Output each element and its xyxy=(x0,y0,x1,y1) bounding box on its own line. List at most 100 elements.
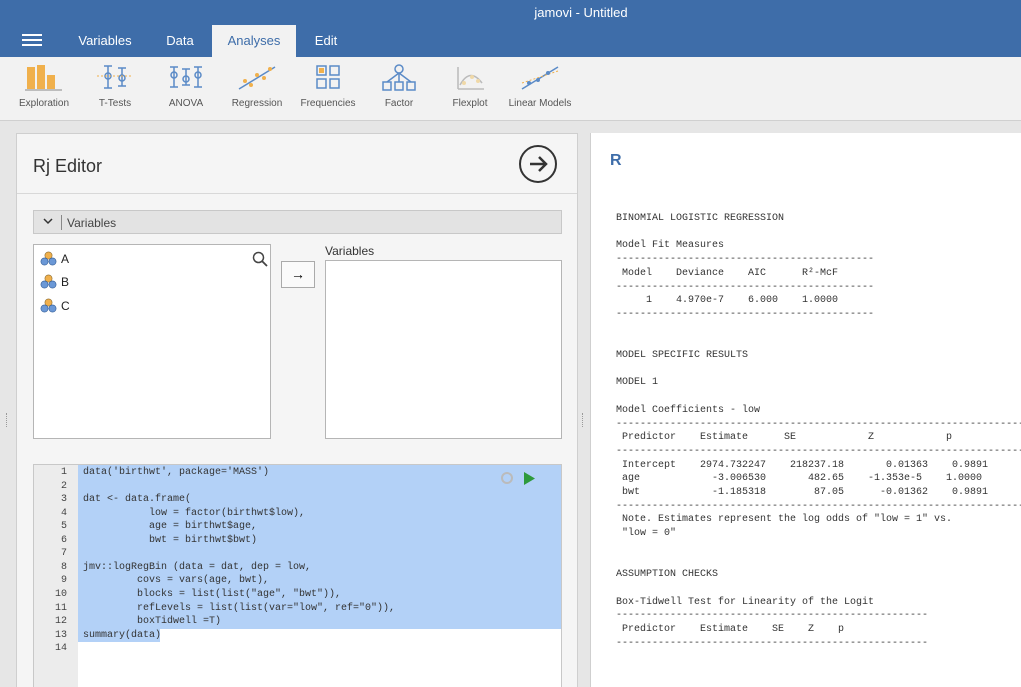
spinner-icon xyxy=(501,472,513,484)
code-text: low = factor(birthwt$low), xyxy=(83,507,306,519)
frequencies-icon xyxy=(316,65,340,89)
target-variables-list[interactable] xyxy=(325,260,562,439)
output-line: ----------------------------------------… xyxy=(616,637,929,649)
factor-button[interactable]: Factor xyxy=(363,63,435,109)
hamburger-menu-icon[interactable] xyxy=(22,34,42,50)
code-text: covs = vars(age, bwt), xyxy=(83,575,270,587)
tab-data[interactable]: Data xyxy=(152,25,208,57)
output-line: ----------------------------------------… xyxy=(616,308,875,320)
output-line: Note. Estimates represent the log odds o… xyxy=(616,514,953,526)
code-text: blocks = list(list("age", "bwt")), xyxy=(83,588,342,600)
search-icon[interactable] xyxy=(252,251,268,267)
line-number: 8 xyxy=(60,561,67,573)
t-tests-button[interactable]: T-Tests xyxy=(79,63,151,109)
output-line: ASSUMPTION CHECKS xyxy=(616,569,719,581)
linear-models-button[interactable]: Linear Models xyxy=(502,63,578,109)
move-variables-button[interactable]: → xyxy=(281,261,315,288)
code-text: boxTidwell =T) xyxy=(83,616,222,628)
output-line: MODEL SPECIFIC RESULTS xyxy=(616,350,749,361)
left-resize-handle[interactable] xyxy=(6,413,9,427)
line-number: 1 xyxy=(60,467,67,478)
code-text: jmv::logRegBin (data = dat, dep = low, xyxy=(83,561,312,573)
output-line: ----------------------------------------… xyxy=(616,281,875,293)
line-number: 2 xyxy=(60,480,67,492)
anova-button[interactable]: ANOVA xyxy=(150,63,222,109)
output-line: ----------------------------------------… xyxy=(616,418,1021,430)
t-tests-icon xyxy=(97,65,133,89)
line-number: 10 xyxy=(54,588,67,600)
variables-section-toggle[interactable]: Variables xyxy=(33,210,562,234)
output-line: Model Coefficients - low xyxy=(616,404,761,416)
code-text: data('birthwt', package='MASS') xyxy=(83,467,270,478)
window-title: jamovi - Untitled xyxy=(534,5,628,20)
output-line: ----------------------------------------… xyxy=(616,445,1021,457)
tab-analyses[interactable]: Analyses xyxy=(212,25,296,57)
linear-models-label: Linear Models xyxy=(508,98,572,109)
regression-button[interactable]: Regression xyxy=(221,63,293,109)
run-code-icon[interactable] xyxy=(523,472,536,485)
results-panel: R BINOMIAL LOGISTIC REGRESSION Model Fit … xyxy=(590,133,1021,687)
output-line: Intercept 2974.732247 218237.18 0.01363 … xyxy=(616,459,989,471)
output-line: "low = 0" xyxy=(616,528,677,540)
line-number: 12 xyxy=(54,616,67,628)
code-text: refLevels = list(list(var="low", ref="0"… xyxy=(83,602,396,614)
linear-models-icon xyxy=(521,66,559,90)
header-divider xyxy=(17,193,577,194)
variables-section-label: Variables xyxy=(67,216,117,230)
code-text: dat <- data.frame( xyxy=(83,494,192,506)
variable-name: B xyxy=(61,275,70,289)
output-line: Box-Tidwell Test for Linearity of the Lo… xyxy=(616,596,875,608)
exploration-button[interactable]: Exploration xyxy=(8,63,80,109)
output-line: Model Fit Measures xyxy=(616,240,725,252)
line-number: 7 xyxy=(60,548,67,560)
output-line: Predictor Estimate SE Z p xyxy=(616,624,845,635)
anova-label: ANOVA xyxy=(168,98,204,109)
chevron-down-icon xyxy=(43,218,53,225)
code-text: summary(data) xyxy=(83,629,162,641)
factor-label: Factor xyxy=(384,98,414,109)
analyses-ribbon: Exploration T-Tests ANOVA Regression Fre… xyxy=(0,57,1021,121)
flexplot-button[interactable]: Flexplot xyxy=(434,63,506,109)
line-number: 11 xyxy=(54,602,67,614)
rj-editor-panel: Rj Editor Variables A B C → Variables 1 … xyxy=(16,133,578,687)
code-text: bwt = birthwt$bwt) xyxy=(83,534,258,546)
line-number: 14 xyxy=(54,643,67,655)
results-heading: R xyxy=(610,152,622,169)
flexplot-label: Flexplot xyxy=(452,98,488,109)
run-arrow-icon[interactable] xyxy=(519,145,557,183)
output-line: bwt -1.185318 87.05 -0.01362 0.9891 xyxy=(616,487,989,498)
regression-icon xyxy=(238,66,276,90)
line-number: 5 xyxy=(60,521,67,533)
output-line: Predictor Estimate SE Z p xyxy=(616,432,953,444)
factor-icon xyxy=(382,64,416,91)
line-number: 6 xyxy=(60,534,67,546)
output-line: ----------------------------------------… xyxy=(616,610,929,622)
editor-title: Rj Editor xyxy=(33,156,103,176)
variable-name: A xyxy=(61,252,70,266)
nominal-variable-icon xyxy=(40,274,57,289)
line-number: 13 xyxy=(54,629,67,641)
jamovi-window: jamovi - Untitled Variables Data Analyse… xyxy=(0,0,1021,687)
regression-label: Regression xyxy=(231,98,283,109)
t-tests-label: T-Tests xyxy=(98,98,132,109)
source-variables-list[interactable]: A B C xyxy=(33,244,271,439)
code-text: age = birthwt$age, xyxy=(83,521,258,533)
line-number: 9 xyxy=(60,575,67,587)
output-line: Model Deviance AIC R²-McF xyxy=(616,267,839,279)
code-editor[interactable]: 1 data('birthwt', package='MASS') 2 3 dat <-… xyxy=(33,464,562,687)
tab-variables[interactable]: Variables xyxy=(64,25,146,57)
output-line: MODEL 1 xyxy=(616,377,659,389)
output-line: age -3.006530 482.65 -1.353e-5 1.0000 xyxy=(616,473,983,485)
frequencies-button[interactable]: Frequencies xyxy=(292,63,364,109)
line-number: 3 xyxy=(60,494,67,506)
nominal-variable-icon xyxy=(40,251,57,266)
output-line: ----------------------------------------… xyxy=(616,500,1021,512)
panel-splitter[interactable] xyxy=(579,121,589,687)
variable-name: C xyxy=(61,299,70,313)
title-bar: jamovi - Untitled Variables Data Analyse… xyxy=(0,0,1021,57)
exploration-icon xyxy=(25,65,62,91)
output-line: ----------------------------------------… xyxy=(616,254,875,266)
tab-edit[interactable]: Edit xyxy=(302,25,350,57)
output-line: BINOMIAL LOGISTIC REGRESSION xyxy=(616,213,785,224)
target-variables-label: Variables xyxy=(325,244,375,258)
